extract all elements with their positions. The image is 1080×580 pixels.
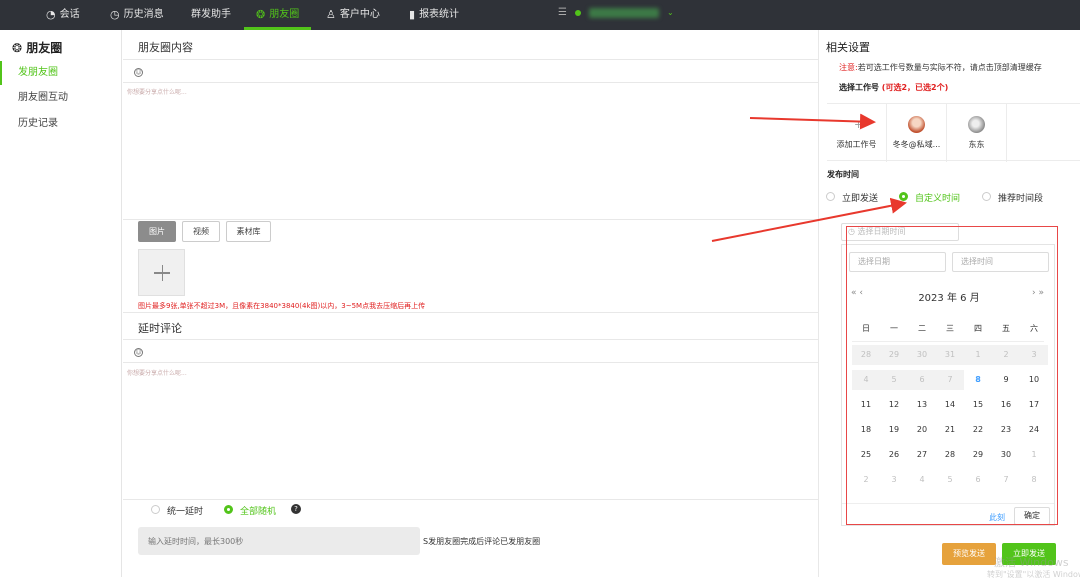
radio-custom-time-label: 自定义时间 <box>915 194 961 204</box>
nav-broadcast-label: 群发助手 <box>191 9 231 20</box>
avatar <box>968 116 985 133</box>
account-name: 东东 <box>968 140 985 149</box>
settings-title: 相关设置 <box>826 41 870 54</box>
emoji-icon[interactable]: ☺ <box>134 348 143 357</box>
sidebar-item-post[interactable]: 发朋友圈 <box>0 61 122 85</box>
nav-history[interactable]: ◷ 历史消息 <box>110 0 164 30</box>
notice: 注意:若可选工作号数量与实际不符，请点击顶部清理缓存 <box>839 62 1042 73</box>
nav-customers-label: 客户中心 <box>339 9 380 20</box>
top-navbar: ◔ 会话 ◷ 历史消息 群发助手 ❂ 朋友圈 ♙ 客户中心 ▮ 报表统计 ☰ ⌄ <box>0 0 1080 30</box>
avatar <box>908 116 925 133</box>
radio-custom-time[interactable] <box>899 192 908 201</box>
radio-send-now-label: 立即发送 <box>842 194 879 204</box>
activation-watermark-subtext: 转到"设置"以激活 Windows。 <box>987 570 1080 579</box>
main-panel: 朋友圈内容 ☺ 你想要分享点什么呢... 图片 视频 素材库 图片最多9张,单张… <box>123 30 818 577</box>
account-card[interactable]: 冬冬@私域... <box>887 104 947 162</box>
divider <box>123 219 818 220</box>
highlight-box <box>846 226 1058 525</box>
nav-chat[interactable]: ◔ 会话 <box>46 0 80 30</box>
nav-broadcast[interactable]: 群发助手 <box>191 0 231 30</box>
activation-watermark: 激活 Windows <box>994 556 1069 569</box>
user-icon: ♙ <box>326 8 336 21</box>
clock-icon: ◷ <box>110 8 120 21</box>
delay-suffix-text: S发朋友圈完成后评论已发朋友圈 <box>423 537 541 546</box>
notice-text: 若可选工作号数量与实际不符，请点击顶部清理缓存 <box>857 63 1042 72</box>
radio-send-now[interactable] <box>826 192 835 201</box>
user-name-redacted <box>588 7 659 18</box>
sidebar: ❂ 朋友圈 发朋友圈 朋友圈互动 历史记录 <box>0 30 122 577</box>
pick-account-text: 选择工作号 <box>839 83 879 92</box>
radio-recommended-label: 推荐时间段 <box>998 194 1044 204</box>
nav-history-label: 历史消息 <box>123 9 164 20</box>
sidebar-title: ❂ 朋友圈 <box>12 39 62 56</box>
emoji-icon[interactable]: ☺ <box>134 68 143 77</box>
account-card[interactable]: 东东 <box>947 104 1007 162</box>
divider <box>123 312 818 313</box>
database-icon[interactable]: ☰ <box>558 7 567 18</box>
divider <box>123 499 818 500</box>
comment-title: 延时评论 <box>138 322 182 335</box>
content-title: 朋友圈内容 <box>138 41 193 54</box>
radio-recommended[interactable] <box>982 192 991 201</box>
add-account-button[interactable]: + 添加工作号 <box>827 104 887 162</box>
plus-icon: + <box>854 118 864 131</box>
divider <box>123 59 818 60</box>
tab-image[interactable]: 图片 <box>138 221 176 242</box>
preview-send-button[interactable]: 预览发送 <box>942 543 996 565</box>
sidebar-title-text: 朋友圈 <box>26 41 63 55</box>
user-menu[interactable]: ☰ ⌄ <box>558 7 674 18</box>
bar-chart-icon: ▮ <box>409 8 416 21</box>
radio-uniform-delay[interactable] <box>151 505 160 514</box>
content-textarea[interactable]: 你想要分享点什么呢... <box>127 87 187 96</box>
divider <box>123 362 818 363</box>
radio-uniform-delay-label: 统一延时 <box>167 507 204 517</box>
account-name: 冬冬@私域... <box>892 140 941 149</box>
upload-hint-text: 图片最多9张,单张不超过3M，且像素在3840*3840(4k图)以内，3~5M… <box>138 302 426 310</box>
help-icon[interactable]: ? <box>291 504 301 514</box>
chat-icon: ◔ <box>46 8 56 21</box>
sidebar-item-interaction[interactable]: 朋友圈互动 <box>0 86 122 110</box>
tab-video[interactable]: 视频 <box>182 221 220 242</box>
comment-textarea[interactable]: 你想要分享点什么呢... <box>127 368 187 377</box>
radio-random-delay[interactable] <box>224 505 233 514</box>
account-list: + 添加工作号 冬冬@私域... 东东 <box>827 103 1080 162</box>
sidebar-item-history[interactable]: 历史记录 <box>0 112 122 136</box>
radio-random-delay-label: 全部随机 <box>240 507 277 517</box>
chevron-down-icon[interactable]: ⌄ <box>667 8 674 17</box>
notice-label: 注意: <box>839 63 858 72</box>
pick-account-status: (可选2，已选2个) <box>881 83 949 92</box>
nav-reports[interactable]: ▮ 报表统计 <box>409 0 459 30</box>
nav-moments[interactable]: ❂ 朋友圈 <box>243 0 312 30</box>
moments-icon: ❂ <box>256 8 266 21</box>
upload-hint[interactable]: 图片最多9张,单张不超过3M，且像素在3840*3840(4k图)以内，3~5M… <box>138 301 425 311</box>
nav-moments-label: 朋友圈 <box>269 9 300 20</box>
divider <box>123 339 818 340</box>
divider <box>123 82 818 83</box>
add-account-label: 添加工作号 <box>836 140 877 149</box>
nav-customers[interactable]: ♙ 客户中心 <box>326 0 380 30</box>
nav-reports-label: 报表统计 <box>419 9 460 20</box>
image-upload-button[interactable] <box>138 249 185 296</box>
publish-time-label: 发布时间 <box>827 170 859 179</box>
nav-chat-label: 会话 <box>59 9 80 20</box>
settings-panel: 相关设置 注意:若可选工作号数量与实际不符，请点击顶部清理缓存 选择工作号 (可… <box>818 30 1080 579</box>
tab-material[interactable]: 素材库 <box>226 221 271 242</box>
moments-icon: ❂ <box>12 41 23 55</box>
delay-time-input[interactable] <box>138 527 420 555</box>
pick-account-label: 选择工作号 (可选2，已选2个) <box>839 82 948 93</box>
online-status-icon <box>574 9 581 16</box>
